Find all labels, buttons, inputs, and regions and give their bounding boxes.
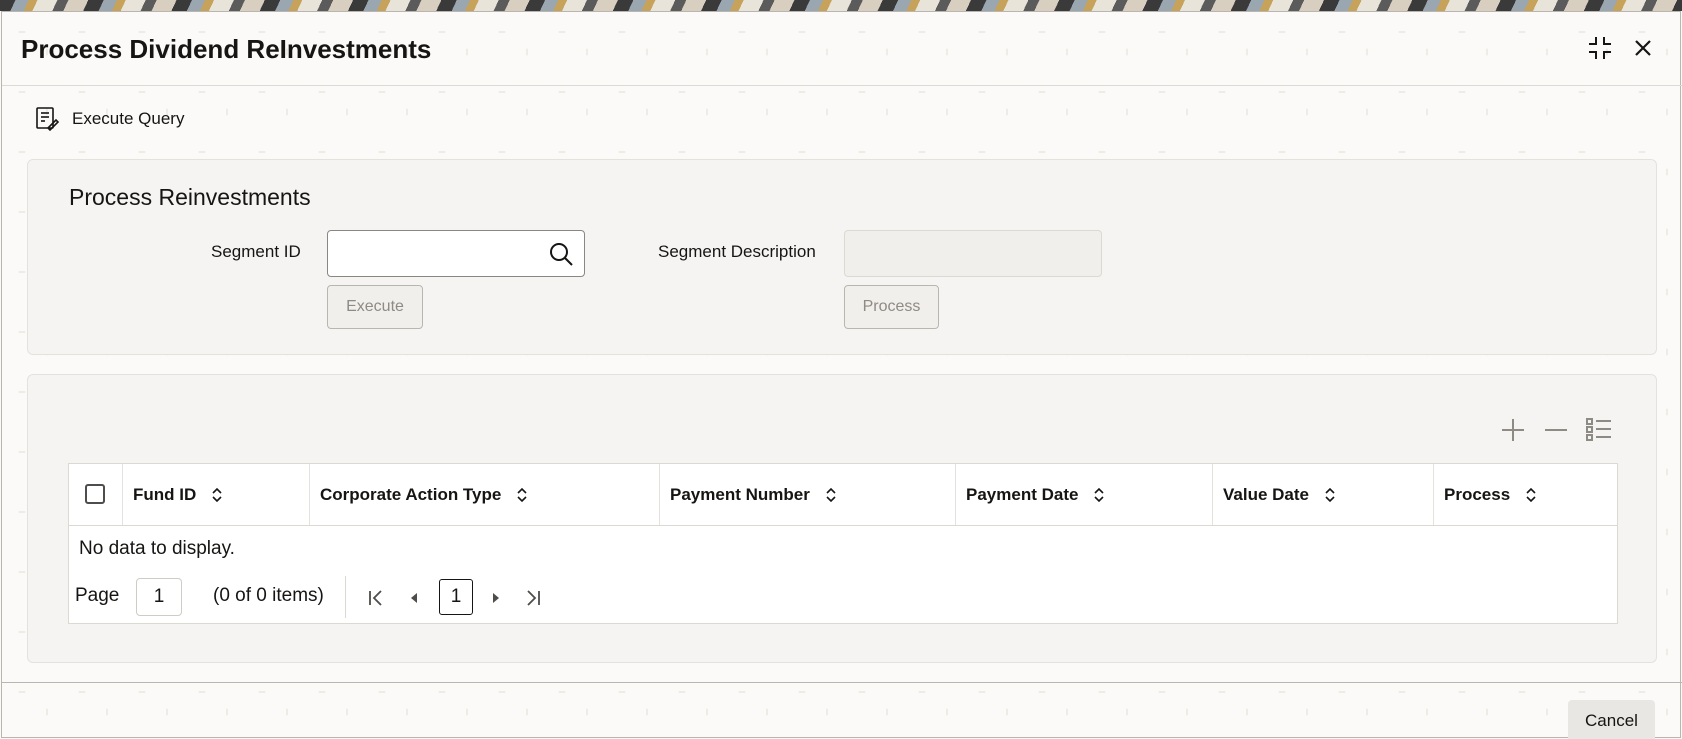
pagination: Page 1 (0 of 0 items) 1 (69, 576, 1617, 618)
results-panel: Fund ID Corporate Action Type Payment Nu… (27, 374, 1657, 663)
process-reinvestments-panel: Process Reinvestments Segment ID Execute… (27, 159, 1657, 355)
next-page-icon[interactable] (486, 588, 506, 608)
last-page-icon[interactable] (523, 588, 543, 608)
column-label: Payment Number (670, 484, 810, 504)
sort-icon[interactable] (824, 486, 838, 504)
segment-id-input[interactable] (327, 230, 585, 277)
column-header-process[interactable]: Process (1433, 464, 1617, 525)
column-label: Corporate Action Type (320, 484, 502, 504)
segment-description-field (844, 230, 1102, 277)
segment-description-label: Segment Description (658, 242, 816, 261)
column-header-fund-id[interactable]: Fund ID (122, 464, 309, 525)
column-label: Process (1444, 484, 1511, 504)
column-header-value-date[interactable]: Value Date (1212, 464, 1433, 525)
select-all-checkbox[interactable] (85, 484, 105, 504)
remove-row-icon[interactable] (1541, 415, 1571, 445)
segment-id-label: Segment ID (211, 242, 301, 261)
column-header-payment-date[interactable]: Payment Date (955, 464, 1212, 525)
page-title: Process Dividend ReInvestments (21, 34, 432, 64)
empty-table-message: No data to display. (79, 538, 235, 559)
current-page-button[interactable]: 1 (439, 579, 473, 615)
pagination-divider (345, 576, 346, 618)
maximize-icon[interactable] (1586, 34, 1614, 62)
column-list-icon[interactable] (1584, 415, 1614, 445)
section-title: Process Reinvestments (69, 184, 311, 210)
add-row-icon[interactable] (1498, 415, 1528, 445)
execute-query-button[interactable]: Execute Query (34, 104, 184, 134)
column-label: Value Date (1223, 484, 1309, 504)
column-label: Fund ID (133, 484, 197, 504)
search-icon[interactable] (548, 241, 574, 267)
reinvestments-table: Fund ID Corporate Action Type Payment Nu… (68, 463, 1618, 624)
dialog-window: Process Dividend ReInvestments Execute Q… (1, 11, 1682, 739)
execute-query-label: Execute Query (72, 109, 185, 128)
sort-icon[interactable] (210, 486, 224, 504)
title-divider (2, 85, 1682, 86)
page-number-input[interactable]: 1 (136, 578, 182, 616)
footer-divider (2, 682, 1682, 683)
column-label: Payment Date (966, 484, 1079, 504)
item-count: (0 of 0 items) (213, 585, 324, 606)
header-decorative-strip (0, 0, 1682, 11)
sort-icon[interactable] (1323, 486, 1337, 504)
page-label: Page (75, 585, 120, 606)
cancel-button[interactable]: Cancel (1568, 700, 1655, 739)
first-page-icon[interactable] (366, 588, 386, 608)
close-icon[interactable] (1629, 34, 1657, 62)
sort-icon[interactable] (1092, 486, 1106, 504)
sort-icon[interactable] (1524, 486, 1538, 504)
sort-icon[interactable] (515, 486, 529, 504)
execute-button[interactable]: Execute (327, 285, 423, 329)
process-button[interactable]: Process (844, 285, 939, 329)
column-header-payment-number[interactable]: Payment Number (659, 464, 955, 525)
column-header-corporate-action-type[interactable]: Corporate Action Type (309, 464, 659, 525)
table-header: Fund ID Corporate Action Type Payment Nu… (69, 464, 1617, 526)
query-document-icon (36, 107, 60, 132)
previous-page-icon[interactable] (404, 588, 424, 608)
